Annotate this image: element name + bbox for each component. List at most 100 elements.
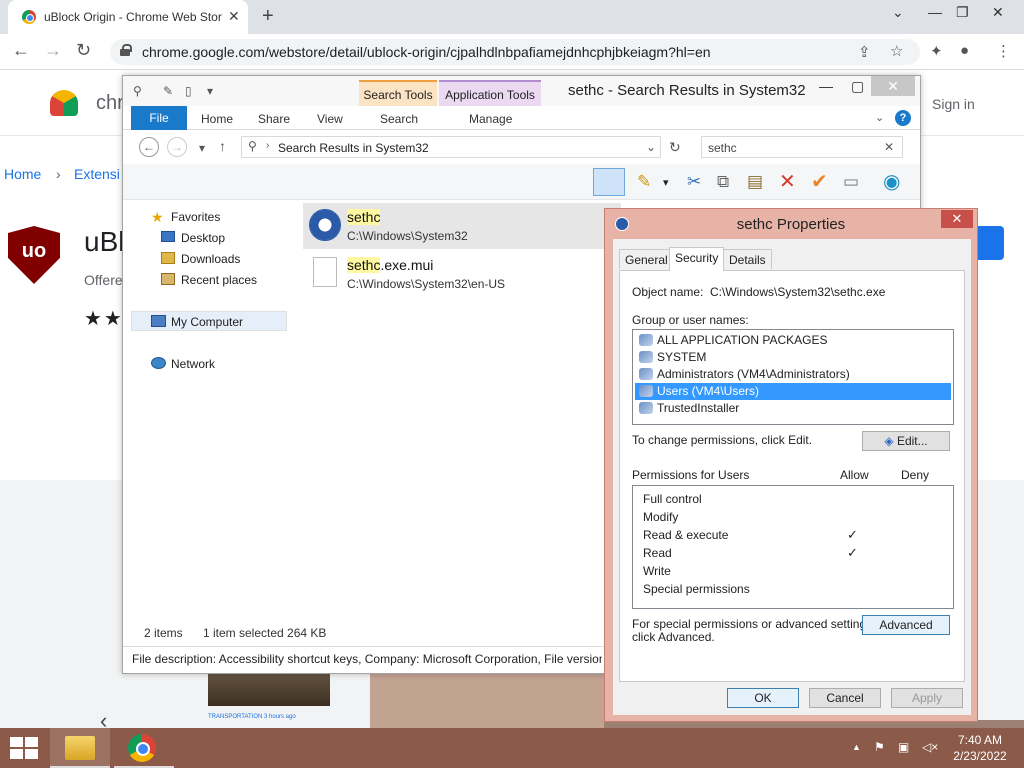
taskbar-clock[interactable]: 7:40 AM 2/23/2022 [940,732,1020,764]
tray-expand-icon[interactable]: ▲ [852,742,861,752]
globe-icon[interactable]: ◉ [883,169,900,194]
add-to-chrome-button[interactable] [978,226,1004,260]
permissions-list: Full control Modify Read & execute ✓ Read… [632,485,954,609]
list-item[interactable]: sethc C:\Windows\System32 [303,203,621,249]
copy-icon[interactable]: ⧉ [717,172,729,192]
properties-qat-icon[interactable]: ✎ [163,84,173,98]
refresh-icon[interactable]: ↻ [669,139,681,156]
address-bar[interactable]: chrome.google.com/webstore/detail/ublock… [110,39,920,65]
table-row: Read & execute ✓ [643,527,858,542]
advanced-button[interactable]: Advanced [862,615,950,635]
search-tools-context: Search Tools [359,80,437,106]
item-count: 2 items [144,626,183,640]
tab-general[interactable]: General [619,249,674,269]
tab-search-chevron-icon[interactable]: ⌄ [892,4,904,21]
search-qat-icon[interactable]: ⚲ [133,84,142,98]
properties-icon[interactable]: ✎ [637,172,651,192]
tab-view[interactable]: View [317,112,343,126]
allow-column-header: Allow [840,468,869,482]
list-item[interactable]: sethc.exe.mui C:\Windows\System32\en-US [303,251,621,297]
allow-check-icon: ✓ [847,545,858,560]
breadcrumb-extensions[interactable]: Extensi [74,166,120,182]
close-window-icon[interactable]: ✕ [992,4,1004,21]
paste-icon[interactable]: ▤ [747,172,763,192]
tab-close-icon[interactable]: ✕ [228,8,240,25]
navigation-pane: ★ Favorites Desktop Downloads Recent pla… [123,201,293,651]
reload-icon[interactable]: ↻ [76,40,91,61]
list-item[interactable]: Administrators (VM4\Administrators) [635,366,951,383]
help-icon[interactable]: ? [895,110,911,126]
tab-security[interactable]: Security [669,247,725,271]
clear-search-icon[interactable]: ✕ [884,140,894,154]
address-chevron-icon[interactable]: › [266,140,269,151]
preview-pane-icon[interactable] [593,168,625,196]
restore-icon[interactable]: ❐ [956,4,969,21]
recent-locations-icon[interactable]: ▾ [199,141,205,155]
bookmark-star-icon[interactable]: ☆ [890,42,903,60]
back-icon[interactable]: ← [12,40,30,61]
new-folder-qat-icon[interactable]: ▯ [185,84,192,98]
network-tray-icon[interactable]: ▣ [898,740,909,754]
minimize-icon[interactable]: — [928,4,942,20]
rename-icon[interactable]: ▭ [843,172,859,192]
tab-title: uBlock Origin - Chrome Web Store [44,10,222,24]
user-group-icon [639,351,653,363]
webstore-favicon-icon [22,10,36,24]
delete-icon[interactable]: ✕ [779,169,796,194]
explorer-back-icon[interactable]: ← [139,137,159,157]
start-windows-icon[interactable] [10,737,38,759]
profile-avatar-icon[interactable]: ● [960,42,969,59]
dialog-close-icon[interactable]: ✕ [941,210,973,228]
share-icon[interactable]: ⇪ [858,43,871,61]
taskbar-explorer-button[interactable] [50,728,110,768]
video-thumbnail[interactable] [370,668,604,728]
chrome-menu-icon[interactable]: ⋮ [996,42,1011,60]
ok-button[interactable]: OK [727,688,799,708]
edit-button[interactable]: ◈ Edit... [862,431,950,451]
group-names-label: Group or user names: [632,313,749,327]
list-item[interactable]: TrustedInstaller [635,400,951,417]
tab-manage[interactable]: Manage [469,112,512,126]
list-item[interactable]: Users (VM4\Users) [635,383,951,400]
tab-file[interactable]: File [131,106,187,130]
nav-network[interactable]: Network [171,357,215,371]
list-item[interactable]: ALL APPLICATION PACKAGES [635,332,951,349]
ribbon-expand-icon[interactable]: ⌄ [875,111,884,124]
explorer-address-bar[interactable]: ⚲ › Search Results in System32 ⌄ [241,136,661,158]
explorer-search-input[interactable]: sethc ✕ [701,136,903,158]
cancel-button[interactable]: Cancel [809,688,881,708]
taskbar-chrome-button[interactable] [114,728,174,768]
sign-in-link[interactable]: Sign in [932,96,975,112]
nav-favorites[interactable]: Favorites [171,210,220,224]
volume-muted-icon[interactable]: ◁× [922,740,938,754]
tab-home[interactable]: Home [201,112,233,126]
tab-details[interactable]: Details [723,249,772,269]
extensions-puzzle-icon[interactable]: ✦ [930,42,943,60]
deny-column-header: Deny [901,468,930,482]
explorer-minimize-icon[interactable]: — [819,78,833,94]
browser-tab[interactable]: uBlock Origin - Chrome Web Store ✕ [8,0,248,34]
check-icon[interactable]: ✔ [811,169,828,194]
address-dropdown-icon[interactable]: ⌄ [646,140,656,154]
up-folder-icon[interactable]: ↑ [219,138,226,154]
qat-dropdown-icon[interactable]: ▾ [207,84,213,98]
cut-icon[interactable]: ✂ [687,172,701,192]
nav-desktop[interactable]: Desktop [181,231,225,245]
tab-search[interactable]: Search [380,112,418,126]
favorites-star-icon: ★ [151,209,164,225]
explorer-maximize-icon[interactable]: ▢ [851,78,864,95]
forward-icon[interactable]: → [44,40,62,61]
nav-downloads[interactable]: Downloads [181,252,240,266]
tab-share[interactable]: Share [258,112,290,126]
breadcrumb-home[interactable]: Home [4,166,41,182]
nav-my-computer[interactable]: My Computer [171,315,243,329]
explorer-close-icon[interactable]: ✕ [871,76,915,96]
permissions-for-label: Permissions for Users [632,468,750,482]
new-tab-icon[interactable]: + [262,5,274,28]
apply-button[interactable]: Apply [891,688,963,708]
list-item[interactable]: SYSTEM [635,349,951,366]
nav-recent-places[interactable]: Recent places [181,273,257,287]
properties-dropdown-icon[interactable]: ▾ [663,176,669,189]
action-center-flag-icon[interactable]: ⚑ [874,740,885,754]
explorer-forward-icon[interactable]: → [167,137,187,157]
